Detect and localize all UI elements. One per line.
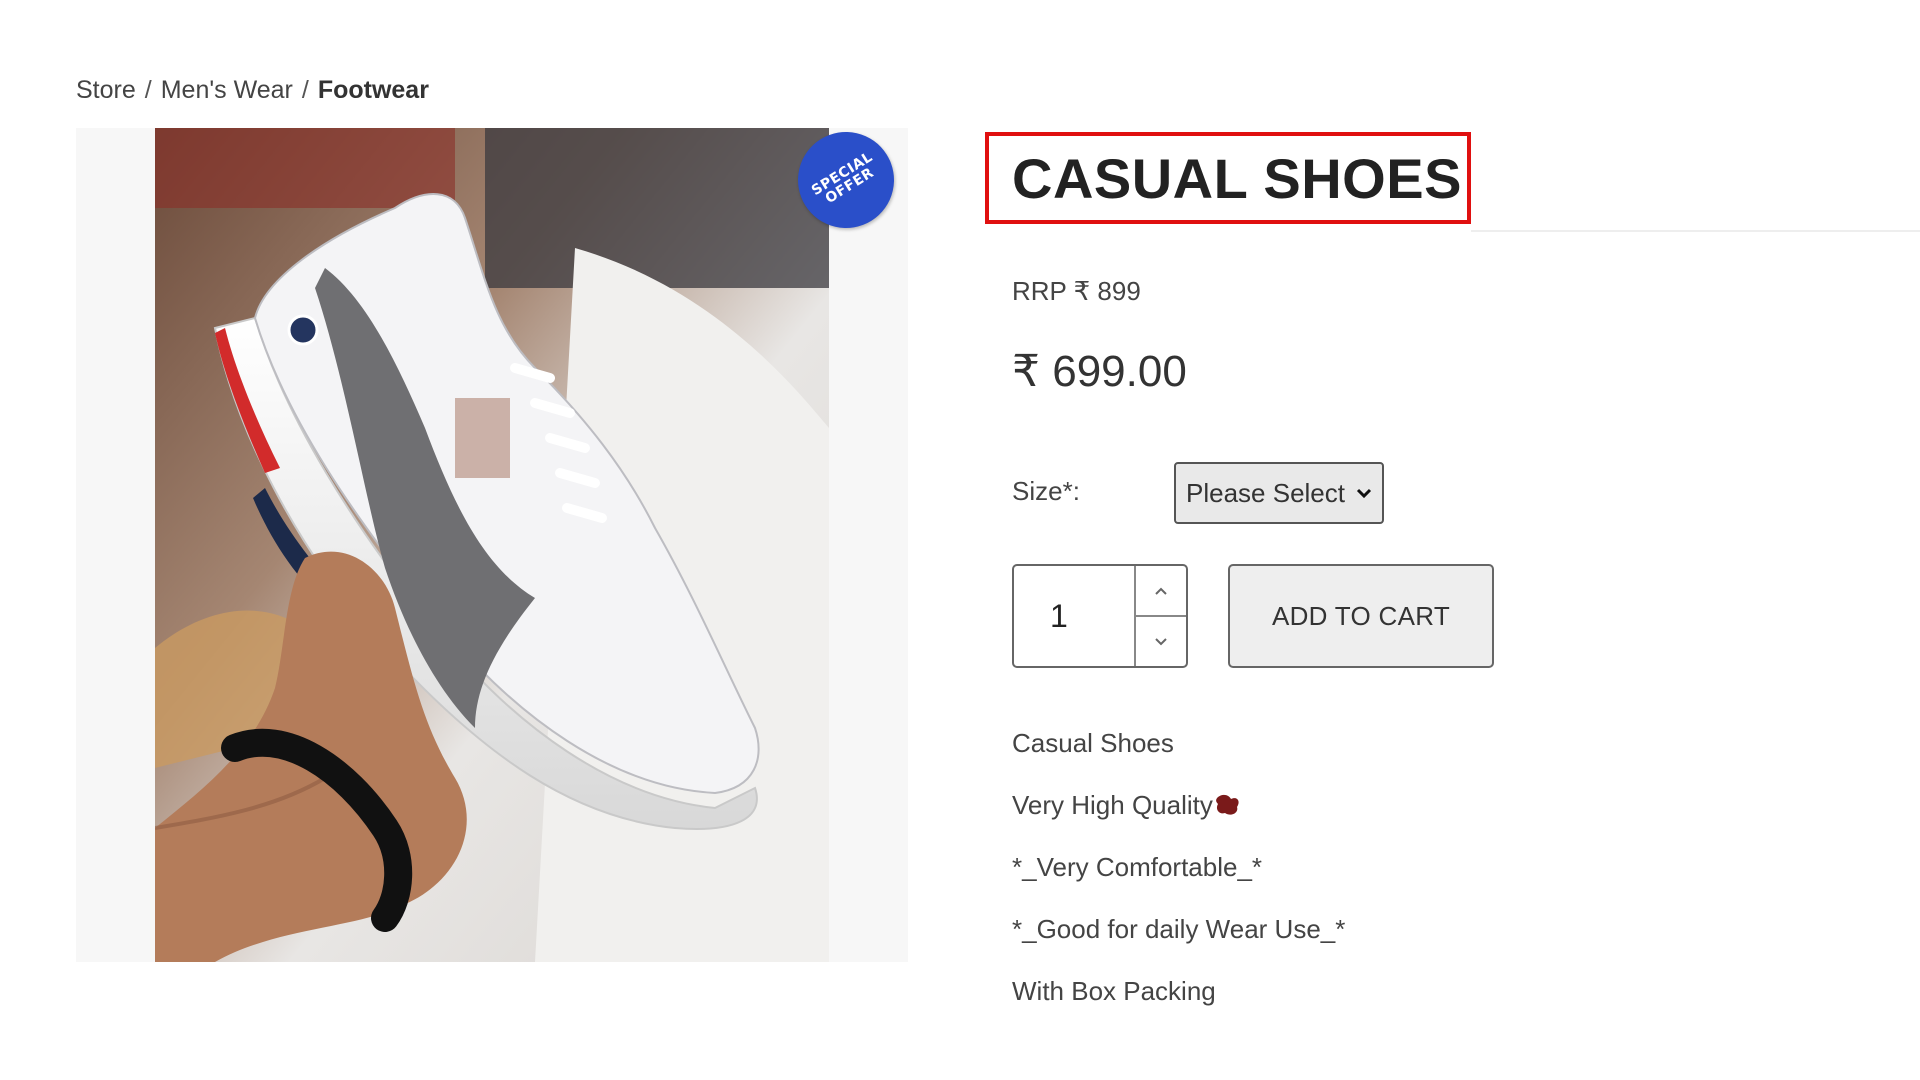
product-image[interactable]	[155, 128, 829, 962]
description-line: *_Very Comfortable_*	[1012, 852, 1263, 882]
breadcrumb: Store / Men's Wear / Footwear	[76, 76, 429, 105]
breadcrumb-separator: /	[301, 76, 309, 104]
quantity-stepper[interactable]: 1	[1012, 564, 1188, 668]
add-to-cart-button[interactable]: ADD TO CART	[1228, 564, 1494, 668]
size-select[interactable]: Please Select	[1174, 462, 1384, 524]
description-line: *_Good for daily Wear Use_*	[1012, 914, 1346, 944]
rrp-price: RRP ₹ 899	[1012, 276, 1141, 306]
description-line: Casual Shoes	[1012, 728, 1174, 758]
product-image-frame: SPECIAL OFFER	[76, 113, 913, 962]
emoji-icon	[1215, 794, 1239, 815]
breadcrumb-current-footwear: Footwear	[317, 76, 429, 104]
chevron-down-icon	[1155, 637, 1167, 645]
quantity-input[interactable]: 1	[1014, 566, 1134, 666]
shoe-photo-graphic	[155, 128, 829, 962]
description-line-quality: Very High Quality	[1012, 792, 1345, 854]
quantity-increment-button[interactable]	[1136, 566, 1186, 617]
breadcrumb-store-link[interactable]: Store	[76, 76, 136, 105]
size-select-value: Please Select	[1186, 477, 1345, 508]
product-description: Casual Shoes Very High Quality *_Very Co…	[1012, 730, 1345, 1040]
sale-price: ₹ 699.00	[1012, 347, 1187, 396]
breadcrumb-separator: /	[144, 76, 152, 104]
description-line: With Box Packing	[1012, 976, 1216, 1006]
title-divider	[1471, 230, 1920, 232]
product-info: CASUAL SHOES RRP ₹ 899 ₹ 699.00 Size*: P…	[985, 0, 1920, 1080]
product-title: CASUAL SHOES	[1012, 147, 1462, 210]
chevron-up-icon	[1155, 587, 1167, 595]
chevron-down-icon	[1356, 488, 1372, 499]
size-label: Size*:	[1012, 476, 1080, 506]
quantity-decrement-button[interactable]	[1136, 617, 1186, 666]
product-page: Store / Men's Wear / Footwear SPECIAL OF…	[0, 0, 1920, 1080]
breadcrumb-mens-wear-link[interactable]: Men's Wear	[161, 76, 293, 105]
quantity-spinner	[1134, 566, 1186, 666]
description-line-text: Very High Quality	[1012, 790, 1213, 820]
